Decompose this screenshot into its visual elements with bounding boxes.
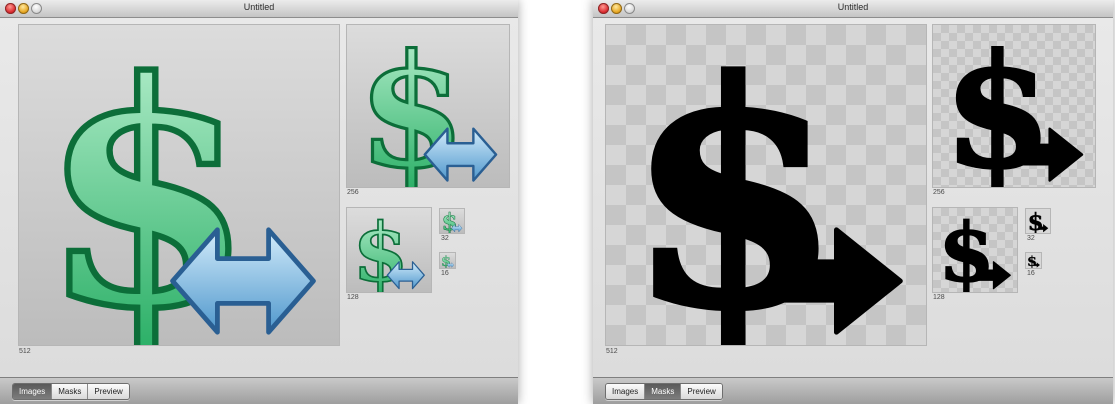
icon-well-16[interactable]: $ [439,252,456,269]
tab-images[interactable]: Images [13,384,53,399]
mask-well-16[interactable]: $ [1025,252,1042,269]
view-segmented-control: Images Masks Preview [605,383,723,400]
icon-content-area: $ 512 $ 256 $ 128 $ 32 $ 16 [0,18,518,378]
tab-preview[interactable]: Preview [681,384,722,399]
icon-well-256[interactable]: $ [346,24,510,188]
bottom-toolbar: Images Masks Preview [0,377,518,404]
window-title: Untitled [243,2,275,12]
icon-well-512[interactable]: $ [18,24,340,346]
mask-well-256[interactable]: $ [932,24,1096,188]
size-label-256: 256 [347,189,359,196]
window-title: Untitled [837,2,869,12]
mask-well-128[interactable]: $ [932,207,1018,293]
icon-editor-window-images: Untitled $ 512 $ 256 $ 128 $ 32 $ 16 Ima… [0,0,518,404]
size-label-256: 256 [933,189,945,196]
title-bar[interactable]: Untitled [0,0,518,18]
size-label-128: 128 [347,294,359,301]
bottom-toolbar: Images Masks Preview [593,377,1113,404]
size-label-16: 16 [441,270,449,277]
size-label-32: 32 [441,235,449,242]
tab-images[interactable]: Images [606,384,646,399]
icon-editor-window-masks: Untitled $ 512 $ 256 $ 128 $ 32 $ 16 Ima… [593,0,1113,404]
size-label-128: 128 [933,294,945,301]
tab-preview[interactable]: Preview [88,384,129,399]
mask-content-area: $ 512 $ 256 $ 128 $ 32 $ 16 [593,18,1113,378]
icon-well-32[interactable]: $ [439,208,465,234]
size-label-512: 512 [606,348,618,355]
size-label-32: 32 [1027,235,1035,242]
size-label-16: 16 [1027,270,1035,277]
title-bar[interactable]: Untitled [593,0,1113,18]
tab-masks[interactable]: Masks [52,384,89,399]
mask-well-512[interactable]: $ [605,24,927,346]
tab-masks[interactable]: Masks [645,384,682,399]
mask-well-32[interactable]: $ [1025,208,1051,234]
size-label-512: 512 [19,348,31,355]
icon-well-128[interactable]: $ [346,207,432,293]
view-segmented-control: Images Masks Preview [12,383,130,400]
